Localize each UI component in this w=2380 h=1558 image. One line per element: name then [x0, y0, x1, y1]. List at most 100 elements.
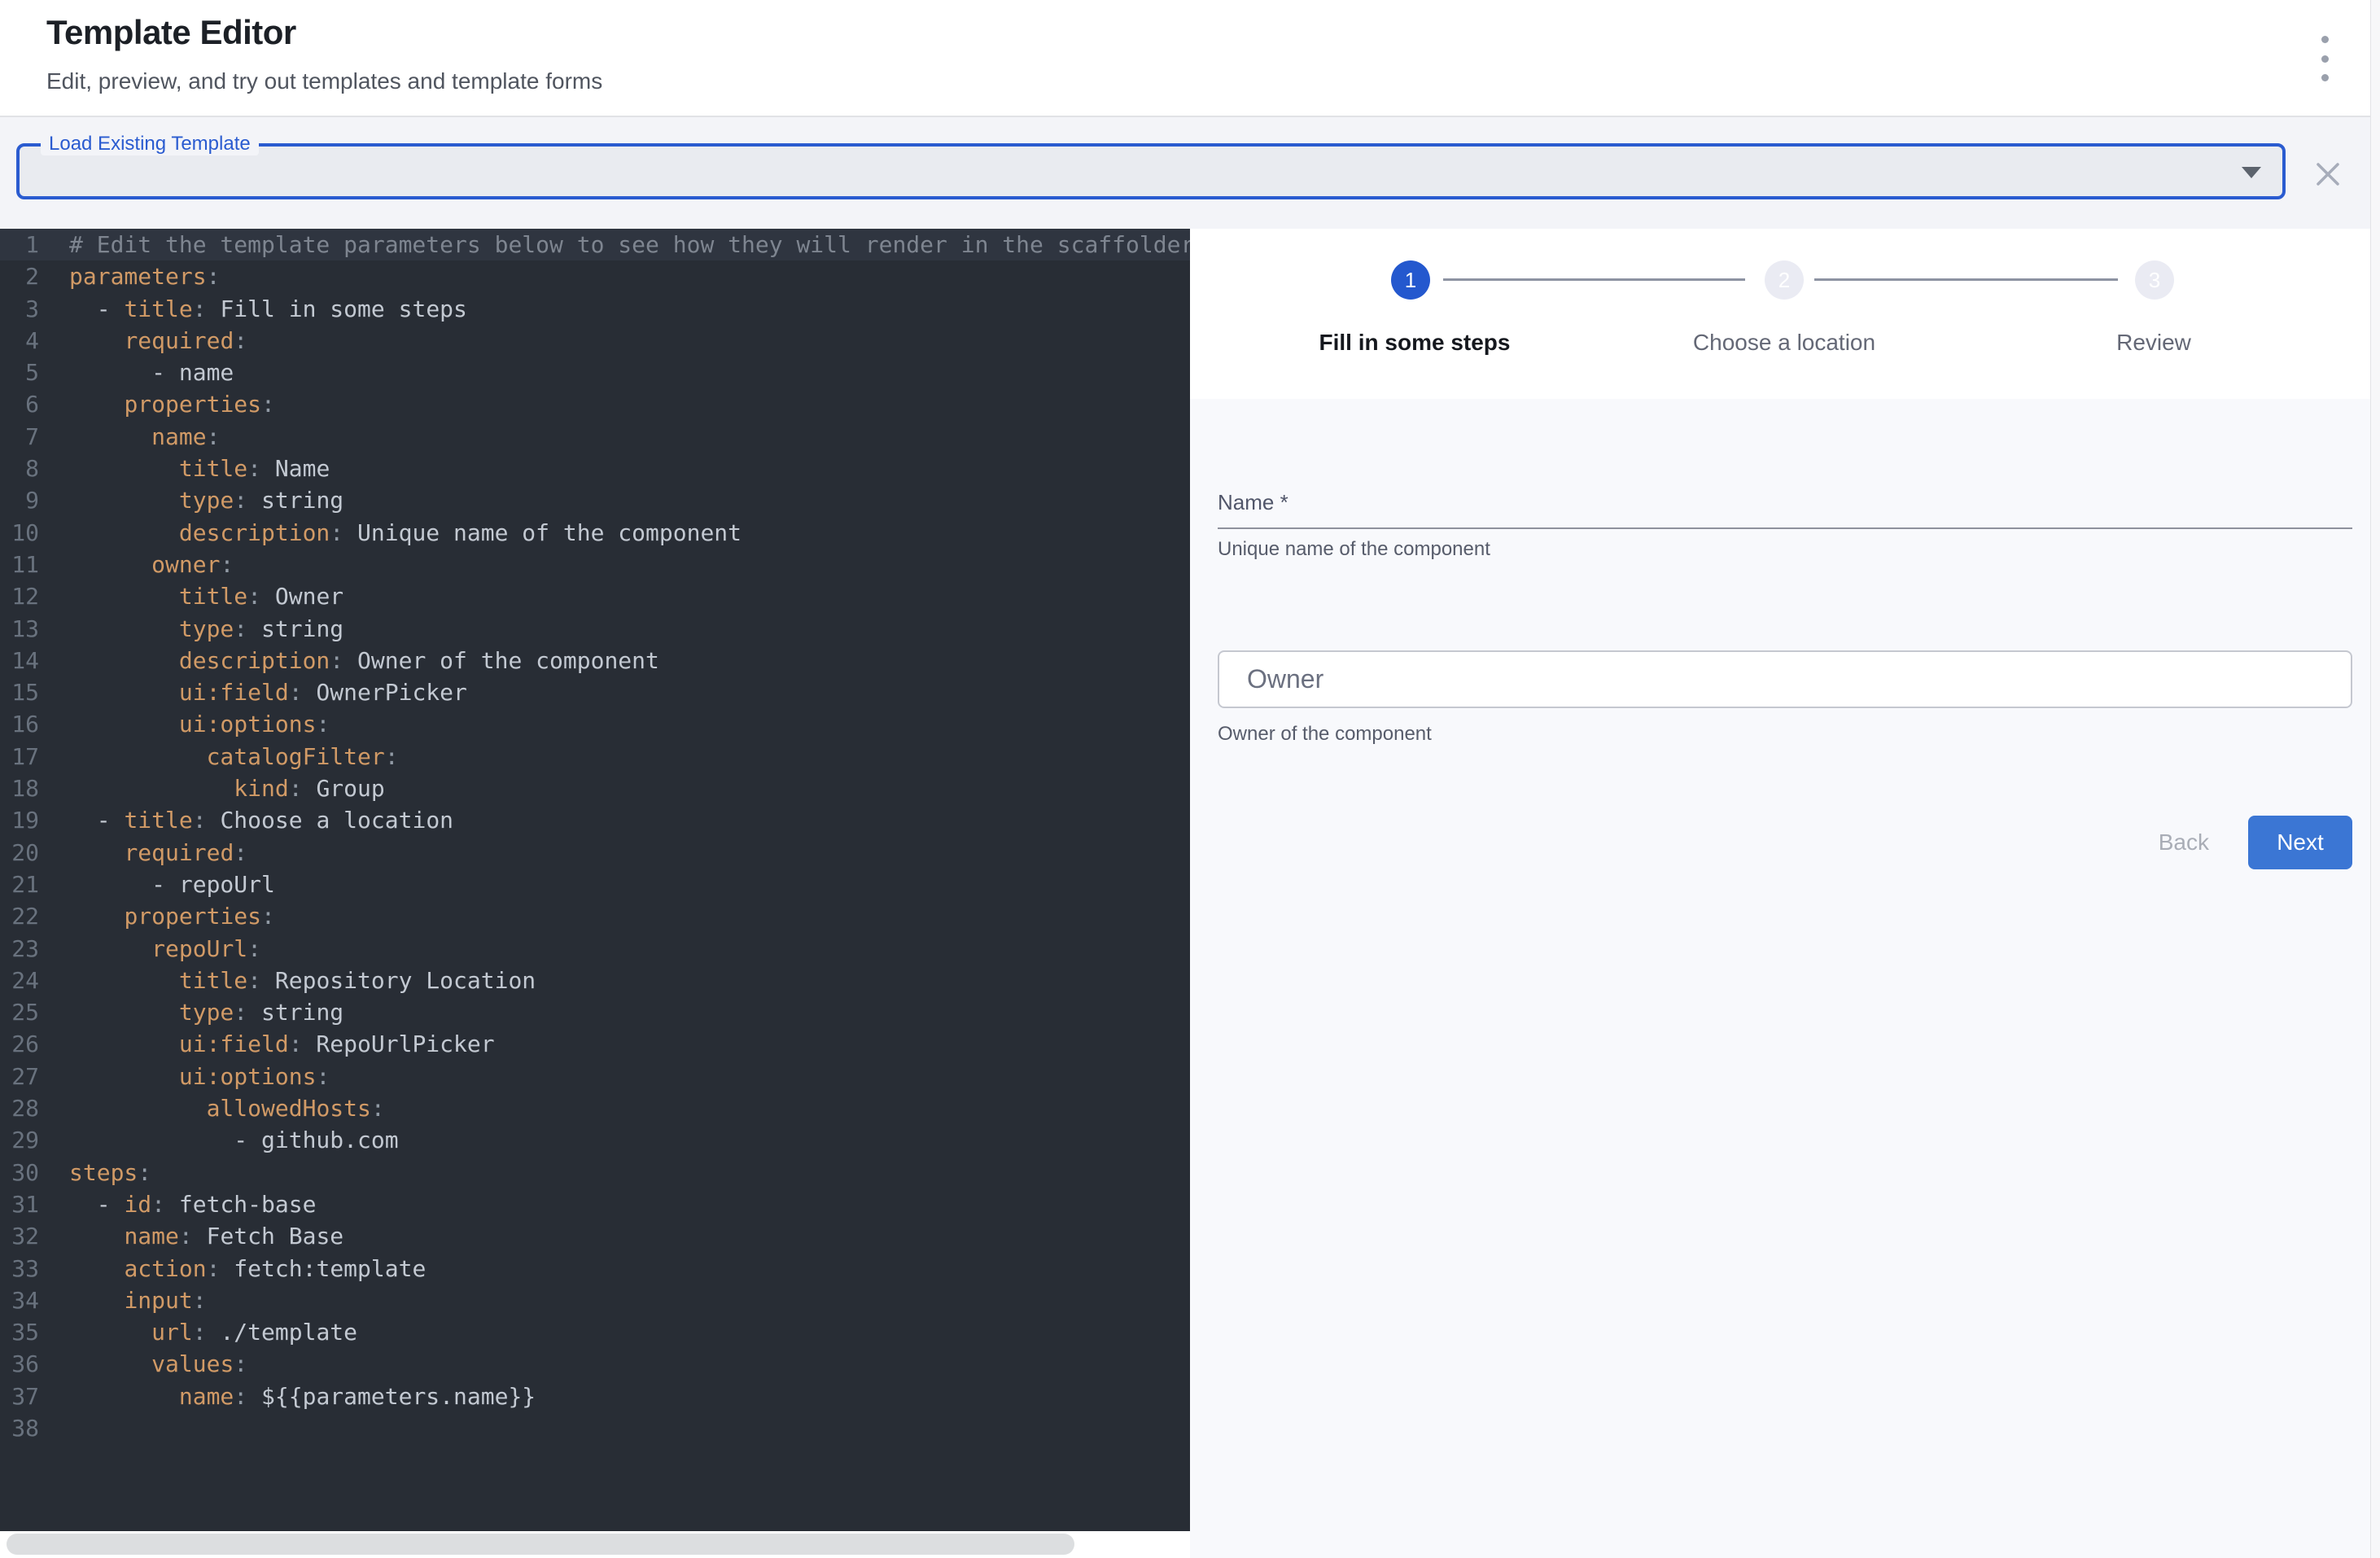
code-line[interactable]: 36 values:: [0, 1348, 1190, 1380]
code-line[interactable]: 32 name: Fetch Base: [0, 1220, 1190, 1252]
line-number: 28: [0, 1092, 39, 1124]
line-number: 10: [0, 517, 39, 549]
line-number: 5: [0, 357, 39, 388]
code-line[interactable]: 37 name: ${{parameters.name}}: [0, 1381, 1190, 1412]
line-number: 38: [0, 1412, 39, 1444]
code-line[interactable]: 22 properties:: [0, 900, 1190, 932]
code-line[interactable]: 14 description: Owner of the component: [0, 645, 1190, 676]
line-number: 27: [0, 1061, 39, 1092]
code-line[interactable]: 9 type: string: [0, 484, 1190, 516]
editor-hscrollbar-thumb[interactable]: [7, 1534, 1074, 1555]
page-header: Template Editor Edit, preview, and try o…: [0, 0, 2380, 116]
code-line[interactable]: 24 title: Repository Location: [0, 965, 1190, 996]
line-number: 33: [0, 1253, 39, 1284]
line-number: 23: [0, 933, 39, 965]
stepper-connector: [1443, 278, 1745, 281]
code-line[interactable]: 18 kind: Group: [0, 772, 1190, 804]
code-line[interactable]: 13 type: string: [0, 613, 1190, 645]
code-line[interactable]: 19 - title: Choose a location: [0, 804, 1190, 836]
line-number: 31: [0, 1188, 39, 1220]
line-number: 21: [0, 869, 39, 900]
code-line[interactable]: 35 url: ./template: [0, 1316, 1190, 1348]
line-number: 29: [0, 1124, 39, 1156]
form-actions: Back Next: [2139, 816, 2352, 869]
stepper-step-3-icon: 3: [2135, 260, 2174, 300]
line-number: 12: [0, 580, 39, 612]
code-line[interactable]: 11 owner:: [0, 549, 1190, 580]
line-number: 8: [0, 453, 39, 484]
code-line[interactable]: 15 ui:field: OwnerPicker: [0, 676, 1190, 708]
load-template-bar: Load Existing Template: [0, 116, 2380, 229]
line-number: 6: [0, 388, 39, 420]
line-number: 2: [0, 260, 39, 292]
line-number: 17: [0, 741, 39, 772]
stepper-step-1-icon: 1: [1391, 260, 1430, 300]
code-line[interactable]: 6 properties:: [0, 388, 1190, 420]
close-icon: [2314, 160, 2342, 188]
load-template-label: Load Existing Template: [41, 133, 259, 155]
next-button[interactable]: Next: [2248, 816, 2352, 869]
line-number: 15: [0, 676, 39, 708]
code-line[interactable]: 31 - id: fetch-base: [0, 1188, 1190, 1220]
line-number: 11: [0, 549, 39, 580]
code-line[interactable]: 1# Edit the template parameters below to…: [0, 229, 1190, 260]
code-line[interactable]: 3 - title: Fill in some steps: [0, 293, 1190, 325]
name-input[interactable]: [1218, 495, 2352, 529]
code-line[interactable]: 27 ui:options:: [0, 1061, 1190, 1092]
code-line[interactable]: 21 - repoUrl: [0, 869, 1190, 900]
code-line[interactable]: 4 required:: [0, 325, 1190, 357]
code-line[interactable]: 34 input:: [0, 1284, 1190, 1316]
page-title: Template Editor: [46, 13, 296, 52]
clear-template-button[interactable]: [2310, 156, 2346, 192]
code-line[interactable]: 20 required:: [0, 837, 1190, 869]
load-template-select[interactable]: Load Existing Template: [16, 143, 2286, 199]
line-number: 7: [0, 421, 39, 453]
line-number: 36: [0, 1348, 39, 1380]
code-line[interactable]: 33 action: fetch:template: [0, 1253, 1190, 1284]
form-section: Name * Unique name of the component Owne…: [1190, 399, 2380, 1558]
line-number: 24: [0, 965, 39, 996]
stepper-step-2-label: Choose a location: [1693, 330, 1875, 356]
code-line[interactable]: 5 - name: [0, 357, 1190, 388]
owner-field-helper: Owner of the component: [1218, 723, 1432, 746]
code-line[interactable]: 26 ui:field: RepoUrlPicker: [0, 1028, 1190, 1060]
line-number: 1: [0, 229, 39, 260]
page-vscrollbar-track[interactable]: [2370, 0, 2380, 1558]
line-number: 3: [0, 293, 39, 325]
line-number: 14: [0, 645, 39, 676]
kebab-menu-icon[interactable]: [2308, 36, 2341, 81]
line-number: 30: [0, 1157, 39, 1188]
code-line[interactable]: 12 title: Owner: [0, 580, 1190, 612]
code-line[interactable]: 23 repoUrl:: [0, 933, 1190, 965]
stepper-step-1-label: Fill in some steps: [1319, 330, 1511, 356]
line-number: 16: [0, 708, 39, 740]
code-line[interactable]: 17 catalogFilter:: [0, 741, 1190, 772]
code-line[interactable]: 25 type: string: [0, 996, 1190, 1028]
code-line[interactable]: 10 description: Unique name of the compo…: [0, 517, 1190, 549]
code-line[interactable]: 2parameters:: [0, 260, 1190, 292]
page-subtitle: Edit, preview, and try out templates and…: [46, 68, 602, 94]
owner-input[interactable]: [1218, 650, 2352, 708]
line-number: 18: [0, 772, 39, 804]
line-number: 37: [0, 1381, 39, 1412]
code-line[interactable]: 29 - github.com: [0, 1124, 1190, 1156]
code-line[interactable]: 8 title: Name: [0, 453, 1190, 484]
code-line[interactable]: 38: [0, 1412, 1190, 1444]
stepper-step-3-label: Review: [2116, 330, 2191, 356]
code-line[interactable]: 16 ui:options:: [0, 708, 1190, 740]
line-number: 9: [0, 484, 39, 516]
code-line[interactable]: 30steps:: [0, 1157, 1190, 1188]
stepper-step-2-icon: 2: [1765, 260, 1804, 300]
line-number: 25: [0, 996, 39, 1028]
stepper-connector: [1814, 278, 2118, 281]
code-line[interactable]: 28 allowedHosts:: [0, 1092, 1190, 1124]
line-number: 4: [0, 325, 39, 357]
line-number: 32: [0, 1220, 39, 1252]
yaml-code-editor[interactable]: 1# Edit the template parameters below to…: [0, 229, 1190, 1531]
editor-hscrollbar-track: [0, 1531, 1190, 1558]
line-number: 19: [0, 804, 39, 836]
line-number: 20: [0, 837, 39, 869]
code-line[interactable]: 7 name:: [0, 421, 1190, 453]
line-number: 34: [0, 1284, 39, 1316]
back-button[interactable]: Back: [2139, 820, 2229, 865]
